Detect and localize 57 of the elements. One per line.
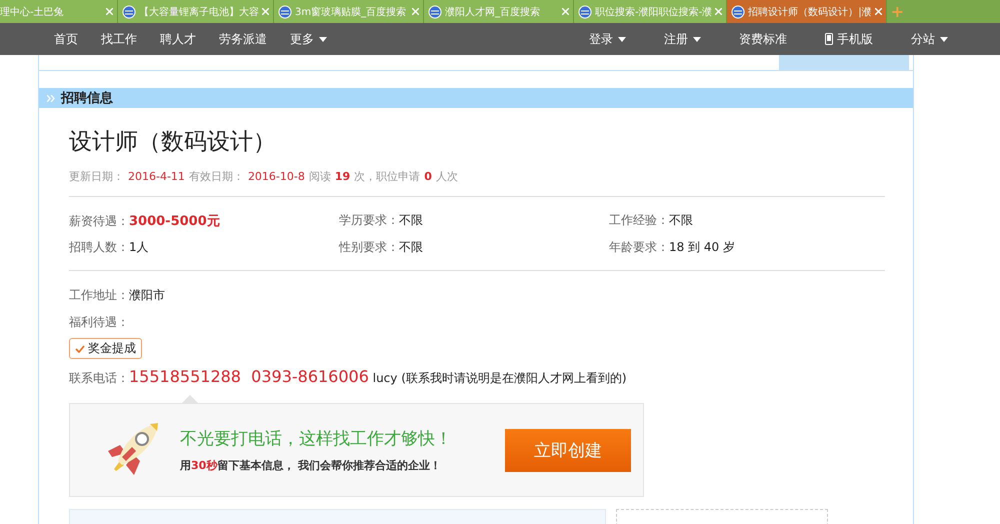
nav-link[interactable]: 分站 [911,30,948,48]
detail-label: 招聘人数： [69,240,129,254]
nav-link[interactable]: 更多 [290,30,327,48]
detail-label: 薪资待遇： [69,214,129,228]
globe-icon [278,4,292,18]
address-label: 工作地址： [69,287,129,304]
globe-icon [428,4,442,18]
detail-value: 不限 [669,213,693,227]
chevrons-icon [47,94,55,102]
detail-label: 工作经验： [609,213,669,227]
close-icon[interactable] [106,8,113,15]
close-icon[interactable] [262,8,269,15]
meta-text: 人次 [436,170,458,183]
address-value: 濮阳市 [129,287,165,304]
nav-link[interactable]: 手机版 [825,30,873,48]
detail-label: 性别要求： [339,240,399,254]
nav-link[interactable]: 聘人才 [160,30,196,48]
globe-icon [122,4,136,18]
detail-value: 不限 [399,213,423,227]
nav-link[interactable]: 首页 [54,30,78,48]
nav-link[interactable]: 登录 [589,30,626,48]
detail-label: 年龄要求： [609,240,669,254]
phone-label: 联系电话： [69,370,129,387]
welfare-label: 福利待遇： [69,314,129,331]
meta-text: 更新日期： [69,170,124,183]
job-title: 设计师（数码设计） [69,128,277,157]
detail-value: 不限 [399,240,423,254]
phone-numbers: 15518551288 0393-8616006 [129,367,369,386]
meta-text: 2016-4-11 [128,170,185,183]
meta-text: 0 [424,170,432,183]
close-icon[interactable] [562,8,569,15]
detail-value: 3000-5000元 [129,214,220,229]
meta-text: 阅读 [308,170,331,183]
detail-label: 学历要求： [339,213,399,227]
meta-text: 次，职位申请 [354,170,420,183]
close-icon[interactable] [715,8,722,15]
check-icon [75,344,85,352]
nav-link[interactable]: 找工作 [101,30,137,48]
meta-text: 有效日期： [188,170,244,183]
promo-subline: 用30秒留下基本信息， 我们会帮你推荐合适的企业！ [180,458,442,473]
globe-icon [731,4,746,18]
close-icon[interactable] [874,8,882,15]
nav-link[interactable]: 注册 [664,30,701,48]
section-title: 招聘信息 [61,90,113,107]
detail-value: 18 到 40 岁 [669,240,735,254]
detail-value: 1人 [129,240,149,254]
contact-note: lucy (联系我时请说明是在濮阳人才网上看到的) [372,370,627,387]
promo-headline: 不光要打电话，这样找工作才够快！ [180,428,452,450]
globe-icon [578,4,592,18]
nav-link[interactable]: 资费标准 [739,30,787,48]
meta-text: 19 [334,170,350,183]
welfare-tag: 奖金提成 [69,338,142,359]
phone-icon [825,33,833,45]
nav-link[interactable]: 劳务派遣 [219,30,267,48]
close-icon[interactable] [412,8,419,15]
browser-tab[interactable]: 招聘设计师（数码设计）|濮 [727,0,887,23]
meta-text: 2016-10-8 [248,170,305,183]
